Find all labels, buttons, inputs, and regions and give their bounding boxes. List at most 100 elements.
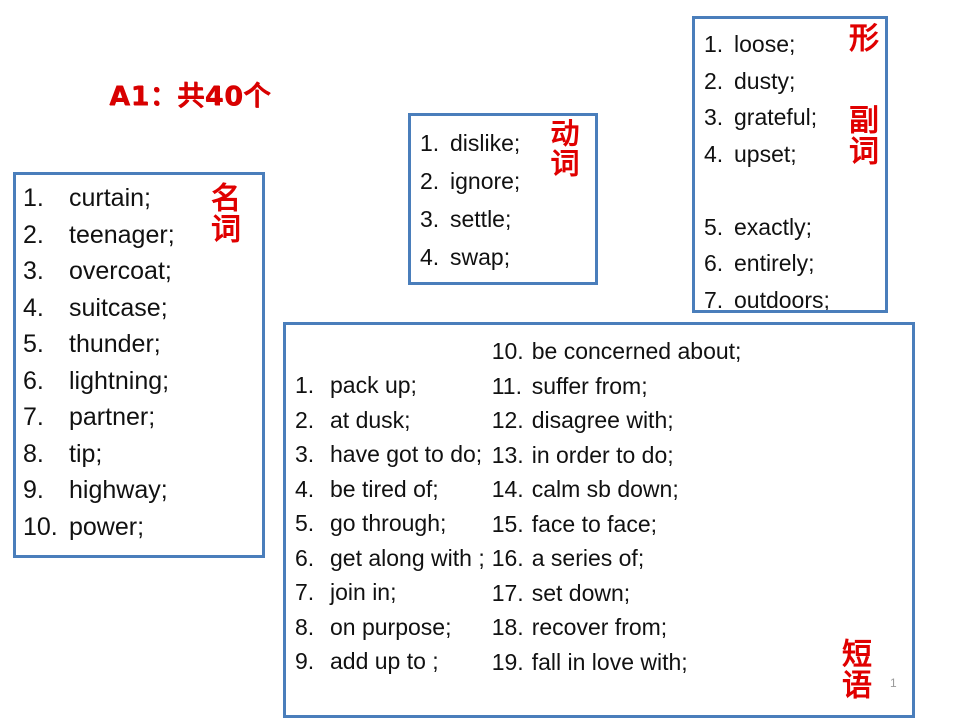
list-item-number: 3. (23, 257, 44, 285)
list-item: 9. highway; (23, 472, 262, 509)
list-item-number: 13. (491, 441, 524, 468)
list-item: 6. get along with ; (295, 541, 485, 576)
list-item: 2. dusty; (704, 63, 885, 100)
list-item-text: go through; (330, 510, 447, 536)
list-item: 7. outdoors; (704, 282, 885, 311)
list-item-number: 4. (295, 475, 315, 502)
list-item-text: face to face; (531, 510, 658, 537)
list-item-text: thunder; (69, 330, 161, 358)
list-item: 10. power; (23, 509, 262, 546)
list-item-number: 4. (23, 293, 44, 322)
list-item-text: tip; (69, 439, 103, 468)
list-item-text: teenager; (69, 220, 175, 249)
list-item-text: loose; (734, 31, 796, 57)
list-item: 8. tip; (23, 436, 262, 473)
list-item: 5. exactly; (704, 209, 885, 246)
list-item-number: 5. (23, 330, 44, 358)
list-item-text: grateful; (734, 104, 818, 130)
list-item-number: 6. (295, 544, 315, 571)
list-item-text: recover from; (531, 614, 668, 640)
list-item-number: 12. (491, 407, 524, 433)
list-item-number: 3. (420, 206, 440, 232)
phrase-column-right: 10. be concerned about; 11. suffer from; 12.… (485, 325, 742, 679)
list-item-number: 6. (23, 366, 44, 395)
page-number: 1 (890, 676, 897, 690)
list-item-number: 15. (491, 510, 524, 537)
list-item-number: 5. (295, 510, 315, 536)
list-item-number: 3. (295, 441, 315, 467)
phrase-list-right: 10. be concerned about; 11. suffer from; 12.… (492, 334, 742, 679)
slide-canvas: A1：共40个 1. curtain; 2. teenager; 3. overcoat;… (0, 0, 960, 720)
list-item-number: 1. (23, 184, 44, 212)
list-item-number: 14. (491, 476, 524, 502)
adjective-adverb-word-list: 1. loose; 2. dusty; 3. grateful; 4. upset; 5. ex… (695, 19, 885, 311)
list-item: 4. be tired of; (295, 472, 485, 507)
list-item-text: upset; (734, 140, 797, 167)
list-item-text: have got to do; (330, 441, 483, 467)
list-item: 1. pack up; (295, 368, 485, 403)
list-item-number: 8. (295, 613, 315, 640)
page-title: A1：共40个 (109, 81, 271, 112)
list-item-text: disagree with; (531, 407, 674, 433)
list-item-text: power; (69, 512, 145, 541)
list-item-number: 17. (491, 579, 524, 606)
part-of-speech-label-adverb: 副词 (843, 104, 878, 166)
list-item-text: be concerned about; (531, 338, 742, 364)
list-item: 19. fall in love with; (492, 645, 742, 680)
list-item-number: 3. (704, 104, 724, 130)
list-item-text: join in; (330, 579, 397, 605)
list-item: 6. entirely; (704, 245, 885, 282)
list-item-text: add up to ; (330, 648, 439, 674)
list-item-text: settle; (450, 206, 512, 232)
list-item-number: 9. (23, 476, 44, 504)
list-item-text: partner; (69, 403, 156, 431)
list-item-number: 7. (295, 579, 315, 605)
list-item: 9. add up to ; (295, 644, 485, 679)
list-item-number: 1. (420, 130, 440, 156)
part-of-speech-label-phrase: 短语 (836, 638, 871, 700)
part-of-speech-label-adjective: 形 (843, 22, 878, 53)
list-item-text: calm sb down; (531, 476, 679, 502)
list-item: 4. suitcase; (23, 290, 262, 327)
list-item-text: in order to do; (531, 441, 674, 468)
list-item-number: 2. (420, 168, 440, 194)
list-item-number: 16. (491, 545, 524, 571)
list-item-text: dusty; (734, 67, 796, 94)
list-item-number: 2. (704, 67, 724, 94)
phrase-columns: 1. pack up; 2. at dusk; 3. have got to do; 4. b… (286, 325, 912, 679)
list-item: 3. settle; (420, 200, 595, 238)
list-item: 3. have got to do; (295, 437, 485, 472)
list-item-number: 8. (23, 439, 44, 468)
list-item: 13. in order to do; (492, 438, 742, 473)
list-item-text: pack up; (330, 372, 417, 398)
list-item-number: 6. (704, 250, 724, 276)
list-item-text: ignore; (450, 168, 521, 194)
list-item: 18. recover from; (492, 610, 742, 645)
list-item-text: fall in love with; (531, 648, 688, 675)
list-item-number: 4. (420, 244, 440, 270)
list-item-number: 1. (704, 31, 724, 57)
list-item-text: curtain; (69, 184, 151, 212)
part-of-speech-label-verb: 动词 (546, 118, 580, 178)
list-item-text: suitcase; (69, 293, 168, 322)
list-item-number: 5. (704, 213, 724, 240)
list-item: 5. go through; (295, 506, 485, 541)
list-item: 7. join in; (295, 575, 485, 610)
list-item-text: get along with ; (330, 544, 485, 571)
list-item: 15. face to face; (492, 507, 742, 542)
list-item: 2. at dusk; (295, 403, 485, 438)
list-item-text: dislike; (450, 130, 521, 156)
list-item-text: be tired of; (330, 475, 439, 502)
list-item-text: entirely; (734, 250, 815, 276)
list-item-number: 11. (491, 372, 522, 399)
list-item-text: suffer from; (531, 372, 648, 399)
phrase-list-left: 1. pack up; 2. at dusk; 3. have got to do; 4. b… (295, 368, 485, 679)
list-item: 12. disagree with; (492, 403, 742, 438)
list-item-text: lightning; (69, 366, 170, 395)
list-item-text: set down; (531, 579, 631, 606)
phrase-column-left: 1. pack up; 2. at dusk; 3. have got to do; 4. b… (286, 325, 485, 679)
list-item-number: 2. (23, 220, 44, 249)
list-item: 4. swap; (420, 238, 595, 276)
list-item-number: 18. (491, 614, 524, 640)
part-of-speech-label-noun: 名词 (205, 182, 240, 244)
